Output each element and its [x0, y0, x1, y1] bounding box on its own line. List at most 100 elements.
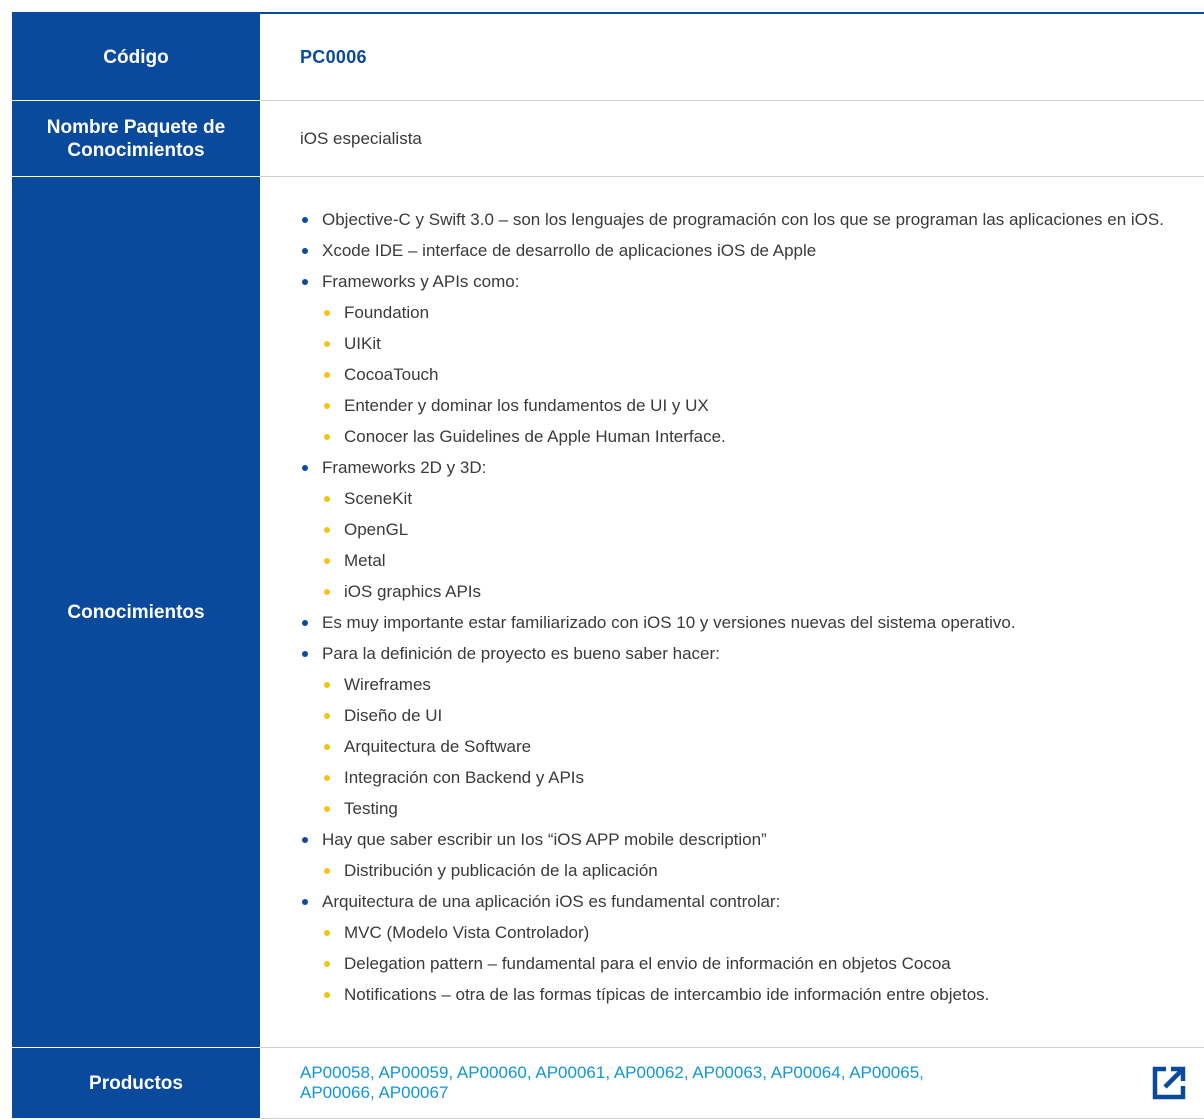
bullet-dot-icon — [324, 372, 330, 378]
bullet-dot-icon — [302, 217, 308, 223]
knowledge-item: Es muy importante estar familiarizado co… — [300, 612, 1192, 633]
bullet-dot-icon — [302, 620, 308, 626]
code-label: Código — [103, 46, 169, 68]
code-value-cell: PC0006 — [260, 14, 1204, 101]
knowledge-subitem: SceneKit — [322, 488, 1192, 509]
row-code: Código PC0006 — [12, 14, 1204, 101]
knowledge-subitem: Delegation pattern – fundamental para el… — [322, 953, 1192, 974]
products-label: Productos — [89, 1072, 183, 1094]
knowledge-subitem: Notifications – otra de las formas típic… — [322, 984, 1192, 1005]
bullet-dot-icon — [302, 651, 308, 657]
knowledge-sublist: MVC (Modelo Vista Controlador) Delegation… — [322, 922, 1192, 1005]
knowledge-subitem-text: Wireframes — [344, 675, 431, 694]
knowledge-subitem: UIKit — [322, 333, 1192, 354]
knowledge-subitem: Entender y dominar los fundamentos de UI… — [322, 395, 1192, 416]
knowledge-item: Arquitectura de una aplicación iOS es fu… — [300, 891, 1192, 1005]
knowledge-subitem-text: Notifications – otra de las formas típic… — [344, 985, 990, 1004]
bullet-dot-icon — [324, 806, 330, 812]
knowledge-subitem-text: SceneKit — [344, 489, 413, 508]
knowledge-item-text: Para la definición de proyecto es bueno … — [322, 644, 720, 663]
bullet-dot-icon — [302, 248, 308, 254]
knowledge-subitem-text: Metal — [344, 551, 386, 570]
knowledge-sublist: Foundation UIKit CocoaTouch Entender y domi… — [322, 302, 1192, 447]
knowledge-item: Xcode IDE – interface de desarrollo de a… — [300, 240, 1192, 261]
knowledge-subitem: Conocer las Guidelines de Apple Human In… — [322, 426, 1192, 447]
knowledge-item: Para la definición de proyecto es bueno … — [300, 643, 1192, 819]
products-line-2[interactable]: AP00066, AP00067 — [300, 1083, 1132, 1103]
code-label-cell: Código — [12, 14, 260, 101]
products-list[interactable]: AP00058, AP00059, AP00060, AP00061, AP00… — [300, 1063, 1132, 1103]
external-link-icon[interactable] — [1148, 1062, 1190, 1104]
knowledge-subitem-text: Entender y dominar los fundamentos de UI… — [344, 396, 709, 415]
products-label-cell: Productos — [12, 1047, 260, 1119]
bullet-dot-icon — [324, 682, 330, 688]
bullet-dot-icon — [324, 589, 330, 595]
knowledge-subitem: Wireframes — [322, 674, 1192, 695]
knowledge-item-text: Xcode IDE – interface de desarrollo de a… — [322, 241, 817, 260]
knowledge-subitem-text: Foundation — [344, 303, 430, 322]
knowledge-package-sheet: Código PC0006 Nombre Paquete de Conocimi… — [12, 12, 1204, 1119]
bullet-dot-icon — [324, 434, 330, 440]
knowledge-subitem: Distribución y publicación de la aplicac… — [322, 860, 1192, 881]
bullet-dot-icon — [324, 992, 330, 998]
knowledge-subitem-text: Arquitectura de Software — [344, 737, 532, 756]
bullet-dot-icon — [324, 341, 330, 347]
knowledge-subitem: Testing — [322, 798, 1192, 819]
bullet-dot-icon — [324, 496, 330, 502]
knowledge-subitem-text: Delegation pattern – fundamental para el… — [344, 954, 951, 973]
knowledge-subitem: MVC (Modelo Vista Controlador) — [322, 922, 1192, 943]
bullet-dot-icon — [324, 961, 330, 967]
knowledge-item: Objective-C y Swift 3.0 – son los lengua… — [300, 209, 1192, 230]
knowledge-subitem-text: CocoaTouch — [344, 365, 439, 384]
bullet-dot-icon — [324, 403, 330, 409]
knowledge-item-text: Objective-C y Swift 3.0 – son los lengua… — [322, 210, 1164, 229]
package-name-label-cell: Nombre Paquete de Conocimientos — [12, 100, 260, 177]
knowledge-subitem-text: UIKit — [344, 334, 381, 353]
knowledge-subitem: iOS graphics APIs — [322, 581, 1192, 602]
knowledge-sublist: Distribución y publicación de la aplicac… — [322, 860, 1192, 881]
knowledge-subitem-text: Testing — [344, 799, 398, 818]
knowledge-item: Frameworks 2D y 3D: SceneKit OpenGL Metal iO… — [300, 457, 1192, 602]
package-name-value-cell: iOS especialista — [260, 100, 1204, 177]
bullet-dot-icon — [324, 713, 330, 719]
package-name-label-line2: Conocimientos — [67, 139, 205, 161]
knowledge-item-text: Arquitectura de una aplicación iOS es fu… — [322, 892, 781, 911]
knowledge-list: Objective-C y Swift 3.0 – son los lengua… — [300, 209, 1192, 1005]
knowledge-subitem-text: Distribución y publicación de la aplicac… — [344, 861, 658, 880]
knowledge-sublist: SceneKit OpenGL Metal iOS graphics APIs — [322, 488, 1192, 602]
knowledge-package-table: Código PC0006 Nombre Paquete de Conocimi… — [12, 14, 1204, 1119]
knowledge-subitem-text: MVC (Modelo Vista Controlador) — [344, 923, 590, 942]
row-knowledge: Conocimientos Objective-C y Swift 3.0 – … — [12, 176, 1204, 1048]
bullet-dot-icon — [324, 868, 330, 874]
knowledge-item-text: Es muy importante estar familiarizado co… — [322, 613, 1016, 632]
knowledge-subitem: Diseño de UI — [322, 705, 1192, 726]
products-wrap: AP00058, AP00059, AP00060, AP00061, AP00… — [300, 1063, 1192, 1103]
knowledge-subitem: Metal — [322, 550, 1192, 571]
knowledge-sublist: Wireframes Diseño de UI Arquitectura de So… — [322, 674, 1192, 819]
bullet-dot-icon — [324, 930, 330, 936]
knowledge-value-cell: Objective-C y Swift 3.0 – son los lengua… — [260, 176, 1204, 1048]
knowledge-subitem: Foundation — [322, 302, 1192, 323]
knowledge-label-cell: Conocimientos — [12, 176, 260, 1048]
knowledge-item-text: Frameworks 2D y 3D: — [322, 458, 487, 477]
bullet-dot-icon — [302, 279, 308, 285]
knowledge-subitem-text: Diseño de UI — [344, 706, 443, 725]
bullet-dot-icon — [302, 899, 308, 905]
knowledge-item: Frameworks y APIs como: Foundation UIKit Co… — [300, 271, 1192, 447]
knowledge-subitem-text: iOS graphics APIs — [344, 582, 482, 601]
products-line-1[interactable]: AP00058, AP00059, AP00060, AP00061, AP00… — [300, 1063, 1132, 1083]
knowledge-subitem: Integración con Backend y APIs — [322, 767, 1192, 788]
bullet-dot-icon — [324, 775, 330, 781]
bullet-dot-icon — [324, 310, 330, 316]
package-name-value: iOS especialista — [300, 128, 422, 148]
knowledge-subitem: OpenGL — [322, 519, 1192, 540]
knowledge-subitem: CocoaTouch — [322, 364, 1192, 385]
knowledge-item-text: Hay que saber escribir un Ios “iOS APP m… — [322, 830, 767, 849]
knowledge-item: Hay que saber escribir un Ios “iOS APP m… — [300, 829, 1192, 881]
knowledge-subitem-text: Integración con Backend y APIs — [344, 768, 585, 787]
bullet-dot-icon — [302, 465, 308, 471]
package-name-label-line1: Nombre Paquete de — [46, 116, 226, 138]
knowledge-item-text: Frameworks y APIs como: — [322, 272, 520, 291]
bullet-dot-icon — [324, 527, 330, 533]
row-products: Productos AP00058, AP00059, AP00060, AP0… — [12, 1047, 1204, 1119]
